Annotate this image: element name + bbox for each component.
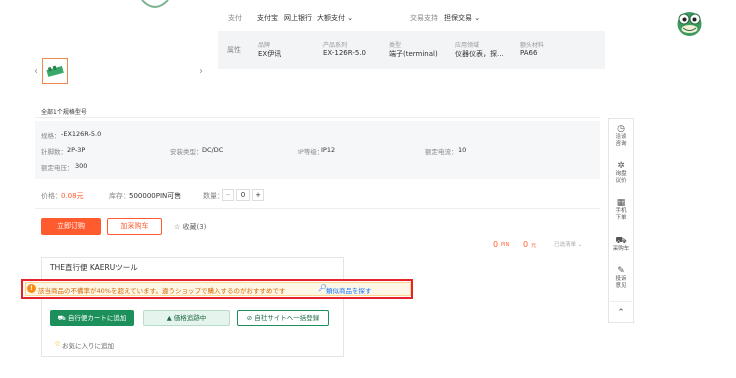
carousel-prev-button[interactable]: ‹ [34, 66, 38, 77]
add-to-direct-cart-label: 自行便カートに追加 [67, 314, 127, 322]
cart-icon: ⛟ [57, 314, 68, 322]
payment-option-alipay[interactable]: 支付宝 [257, 13, 278, 23]
add-to-direct-cart-button[interactable]: ⛟ 自行便カートに追加 [50, 310, 134, 326]
spec-value-mount: DC/DC [202, 146, 224, 154]
pin-count: 0 [493, 240, 499, 249]
attr-name-brand: 品牌 [258, 42, 271, 49]
sidebar-item-label: 询盘 议价 [615, 171, 627, 184]
stock-value: 500000PIN可售 [129, 192, 182, 200]
sidebar-item-label: 采购车 [612, 246, 630, 252]
sidebar-item-label: 手机 下单 [615, 208, 627, 221]
spec-label-ip: IP等级： [298, 148, 324, 156]
up-icon: ⌃ [617, 308, 625, 318]
pin-unit: PIN [501, 242, 510, 248]
divider [35, 208, 600, 209]
product-thumbnail[interactable] [42, 58, 68, 84]
quantity-decrease-button[interactable]: − [222, 189, 234, 201]
spec-value-pins: 2P-3P [67, 146, 86, 154]
spec-label-current: 额定电流： [425, 148, 458, 156]
stock-label: 库存： [109, 192, 130, 200]
attr-value-material: PA66 [520, 49, 538, 57]
price-tracking-button[interactable]: ▲ 価格追跡中 [143, 310, 230, 326]
scroll-to-top-button[interactable]: ⌃ [611, 308, 631, 318]
divider [35, 117, 600, 118]
spec-value-model: -EX126R-5.0 [61, 130, 102, 138]
price-label: 价格： [41, 192, 62, 200]
quantity-input[interactable]: 0 [236, 189, 250, 201]
bell-icon: ▲ [166, 314, 174, 322]
sidebar-item-label: 洽谈 咨询 [615, 134, 627, 147]
header-tab-decoration [141, 0, 169, 8]
spec-value-current: 10 [458, 146, 467, 154]
gear-icon: ✲ [617, 161, 625, 171]
attr-name-type: 类型 [389, 42, 402, 49]
yuan-unit: 元 [531, 243, 537, 249]
star-icon: ☆ [54, 339, 62, 348]
spec-value-voltage: 300 [75, 162, 88, 170]
attr-value-brand: EX伊讯 [258, 50, 282, 58]
trade-support-label: 交易支持 [410, 14, 438, 22]
trade-support-dropdown[interactable]: 担保交易 ⌄ [444, 13, 480, 23]
add-to-cart-button[interactable]: 加采购车 [107, 218, 162, 235]
sidebar-item-cart[interactable]: ⛟ 采购车 [611, 236, 631, 253]
qr-icon: ▦ [616, 198, 626, 208]
attr-value-type: 端子(terminal) [389, 50, 438, 58]
spec-value-ip: IP12 [321, 146, 336, 154]
attr-value-series: EX-126R-5.0 [323, 49, 366, 57]
warning-icon: ! [27, 284, 36, 293]
attr-name-material: 额头材料 [520, 42, 545, 49]
sidebar-item-label: 投诉 意见 [615, 276, 627, 289]
find-similar-link[interactable]: 類似商品を探す [326, 285, 372, 295]
price-tracking-label: 価格追跡中 [173, 314, 207, 322]
spec-label-model: 规格： [41, 132, 61, 140]
yuan-count: 0 [523, 240, 529, 249]
edit-icon: ✎ [617, 266, 625, 276]
bulk-register-button[interactable]: ⊘ 自社サイトへ一括登録 [237, 310, 329, 326]
spec-section-title: 全部1个规格型号 [41, 109, 87, 116]
sidebar-divider [610, 301, 632, 302]
spec-label-pins: 针脚数： [41, 148, 67, 156]
terminal-block-image [46, 65, 64, 77]
quantity-increase-button[interactable]: + [252, 189, 264, 201]
sidebar-item-mobile-order[interactable]: ▦ 手机 下单 [611, 198, 631, 222]
kaeru-frog-avatar[interactable] [676, 10, 703, 37]
add-favorite-link[interactable]: お気に入りに追加 [62, 340, 114, 350]
selected-list-dropdown[interactable]: 已选清单 ⌄ [554, 240, 582, 248]
payment-label: 支付 [228, 14, 242, 22]
favorite-button[interactable]: ☆ 收藏(3) [174, 222, 206, 232]
attr-name-series: 产品系列 [323, 42, 348, 49]
spec-label-voltage: 额定电压： [41, 164, 74, 172]
attr-value-application: 仪器仪表，探... [455, 50, 504, 58]
cart-icon: ⛟ [615, 236, 627, 246]
quantity-label: 数量： [203, 192, 224, 200]
payment-option-large[interactable]: 大额支付 ⌄ [317, 13, 353, 23]
sidebar-item-consult[interactable]: ◷ 洽谈 咨询 [611, 124, 631, 148]
buy-now-button[interactable]: 立即订购 [41, 218, 101, 235]
bulk-register-label: 自社サイトへ一括登録 [254, 314, 320, 322]
sidebar-item-feedback[interactable]: ✎ 投诉 意见 [611, 266, 631, 290]
sidebar-item-inquiry[interactable]: ✲ 询盘 议价 [611, 161, 631, 185]
panel-title: THE直行便 KAERUツール [50, 263, 138, 272]
clock-icon: ◷ [617, 124, 625, 134]
price-value: 0.08元 [61, 192, 84, 200]
spec-label-mount: 安装类型： [170, 148, 203, 156]
warning-text: 該当商品の不備率が40%を超えています。違うショップで購入するのがおすすめです [38, 287, 286, 295]
payment-option-bank[interactable]: 网上银行 [284, 13, 312, 23]
attributes-title: 属性 [227, 46, 241, 54]
attr-name-application: 应用领域 [455, 42, 480, 49]
carousel-next-button[interactable]: › [199, 66, 203, 77]
